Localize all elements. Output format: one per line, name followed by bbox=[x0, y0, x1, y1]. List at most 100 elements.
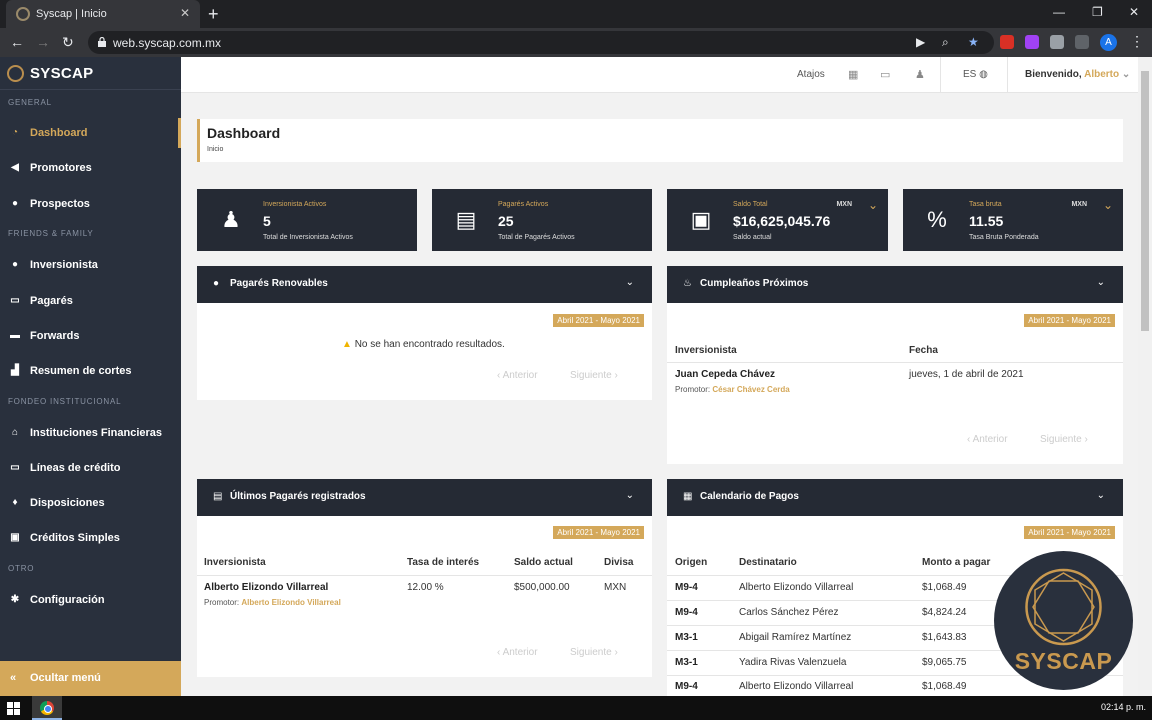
minimize-icon[interactable]: — bbox=[1053, 5, 1065, 19]
sidebar-item-disposiciones[interactable]: ♦ Disposiciones bbox=[0, 488, 181, 518]
pager-next[interactable]: Siguiente › bbox=[1040, 434, 1088, 445]
windows-start-icon[interactable] bbox=[7, 702, 20, 715]
sidebar-item-pagares[interactable]: ▭ Pagarés bbox=[0, 286, 181, 316]
sidebar-item-configuracion[interactable]: ✱ Configuración bbox=[0, 585, 181, 615]
add-user-icon[interactable]: ♟ bbox=[915, 68, 925, 81]
promotor-name[interactable]: César Chávez Cerda bbox=[712, 385, 789, 394]
hide-menu-button[interactable]: « Ocultar menú bbox=[0, 661, 181, 696]
sidebar-item-forwards[interactable]: ▬ Forwards bbox=[0, 321, 181, 351]
file-icon: ▤ bbox=[213, 491, 223, 502]
sidebar-item-creditos[interactable]: ▣ Créditos Simples bbox=[0, 523, 181, 553]
extension-red-icon[interactable] bbox=[1000, 35, 1014, 49]
stat-card-inversionistas: ♟ Inversionista Activos 5 Total de Inver… bbox=[197, 189, 417, 251]
promotor-name[interactable]: Alberto Elizondo Villarreal bbox=[241, 598, 340, 607]
address-bar[interactable]: web.syscap.com.mx ▶ ⌕ ★ bbox=[88, 31, 994, 54]
pager-previous[interactable]: ‹ Anterior bbox=[497, 647, 538, 658]
sidebar-item-promotores[interactable]: ◀ Promotores bbox=[0, 153, 181, 183]
column-header-origen: Origen bbox=[675, 557, 708, 568]
new-tab-icon[interactable]: + bbox=[208, 4, 219, 25]
system-clock[interactable]: 02:14 p. m. bbox=[1101, 702, 1146, 712]
camera-icon[interactable]: ▶ bbox=[916, 35, 925, 49]
panel-header[interactable]: ● Pagarés Renovables ⌄ bbox=[197, 266, 652, 303]
browser-tab[interactable]: Syscap | Inicio ✕ bbox=[6, 0, 200, 28]
pager-next[interactable]: Siguiente › bbox=[570, 370, 618, 381]
chevron-down-icon[interactable]: ⌄ bbox=[1097, 277, 1105, 288]
pager-previous[interactable]: ‹ Anterior bbox=[967, 434, 1008, 445]
cell-origen: M3-1 bbox=[675, 632, 698, 643]
scrollbar-thumb[interactable] bbox=[1141, 71, 1149, 331]
reload-icon[interactable]: ↻ bbox=[62, 34, 74, 51]
chrome-taskbar-button[interactable] bbox=[32, 696, 62, 720]
cell-promotor: Promotor: Alberto Elizondo Villarreal bbox=[204, 598, 341, 607]
welcome-text: Bienvenido, bbox=[1025, 69, 1082, 80]
column-header-divisa: Divisa bbox=[604, 557, 634, 568]
brand-logo[interactable]: SYSCAP bbox=[0, 57, 181, 90]
sidebar-item-lineas[interactable]: ▭ Líneas de crédito bbox=[0, 453, 181, 483]
page-scrollbar[interactable] bbox=[1138, 57, 1152, 696]
section-fondeo: FONDEO INSTITUCIONAL bbox=[8, 397, 122, 406]
chevron-down-icon[interactable]: ⌄ bbox=[1103, 198, 1113, 212]
promotor-label: Promotor: bbox=[204, 598, 240, 607]
stat-value: $16,625,045.76 bbox=[733, 213, 831, 229]
language-selector[interactable]: ES ◍ bbox=[963, 69, 988, 80]
back-icon[interactable]: ← bbox=[10, 34, 24, 50]
panel-ultimos-pagares: ▤ Últimos Pagarés registrados ⌄ Abril 20… bbox=[197, 479, 652, 677]
chevron-down-icon[interactable]: ⌄ bbox=[868, 198, 878, 212]
cell-origen: M9-4 bbox=[675, 607, 698, 618]
restore-icon[interactable]: ❐ bbox=[1092, 5, 1103, 19]
cell-monto: $1,068.49 bbox=[922, 681, 967, 692]
sidebar-item-prospectos[interactable]: ● Prospectos bbox=[0, 189, 181, 219]
double-chevron-left-icon: « bbox=[10, 672, 17, 684]
chevron-down-icon[interactable]: ⌄ bbox=[626, 277, 634, 288]
panel-header[interactable]: ▦ Calendario de Pagos ⌄ bbox=[667, 479, 1123, 516]
close-tab-icon[interactable]: ✕ bbox=[180, 6, 190, 20]
date-range-badge: Abril 2021 - Mayo 2021 bbox=[553, 526, 644, 539]
pager-previous-label: Anterior bbox=[502, 647, 538, 658]
money-bill-icon: ▣ bbox=[690, 207, 712, 232]
sidebar-item-dashboard[interactable]: ◔ Dashboard bbox=[0, 118, 181, 148]
cell-tasa: 12.00 % bbox=[407, 582, 444, 593]
breadcrumb[interactable]: Inicio bbox=[207, 146, 223, 153]
cell-destinatario: Alberto Elizondo Villarreal bbox=[739, 582, 854, 593]
page-title: Dashboard bbox=[207, 125, 281, 141]
stat-sub: Saldo actual bbox=[733, 234, 772, 241]
watermark-text: SYSCAP bbox=[1014, 648, 1113, 674]
chevron-down-icon[interactable]: ⌄ bbox=[626, 490, 634, 501]
globe-icon: ◍ bbox=[979, 69, 988, 80]
pager-next[interactable]: Siguiente › bbox=[570, 647, 618, 658]
close-window-icon[interactable]: ✕ bbox=[1129, 5, 1139, 19]
extension-purple-icon[interactable] bbox=[1025, 35, 1039, 49]
pager-previous[interactable]: ‹ Anterior bbox=[497, 370, 538, 381]
reading-list-icon[interactable] bbox=[1075, 35, 1089, 49]
sidebar-item-instituciones[interactable]: ⌂ Instituciones Financieras bbox=[0, 418, 181, 448]
zoom-icon[interactable]: ⌕ bbox=[942, 35, 949, 50]
cell-destinatario: Yadira Rivas Valenzuela bbox=[739, 657, 847, 668]
browser-menu-icon[interactable]: ⋮ bbox=[1130, 33, 1144, 50]
stat-sub: Tasa Bruta Ponderada bbox=[969, 234, 1039, 241]
tab-title: Syscap | Inicio bbox=[36, 8, 107, 20]
column-header-inversionista: Inversionista bbox=[675, 345, 737, 356]
pager-next-label: Siguiente bbox=[1040, 434, 1082, 445]
chevron-down-icon[interactable]: ⌄ bbox=[1097, 490, 1105, 501]
user-menu[interactable]: Bienvenido, Alberto ⌄ bbox=[1025, 69, 1130, 80]
syscap-watermark-logo: SYSCAP bbox=[994, 551, 1133, 690]
panel-header[interactable]: ▤ Últimos Pagarés registrados ⌄ bbox=[197, 479, 652, 516]
cell-monto: $1,643.83 bbox=[922, 632, 967, 643]
extensions-puzzle-icon[interactable] bbox=[1050, 35, 1064, 49]
sidebar-item-inversionista[interactable]: ● Inversionista bbox=[0, 250, 181, 280]
pager-next-label: Siguiente bbox=[570, 370, 612, 381]
panel-header[interactable]: ♨ Cumpleaños Próximos ⌄ bbox=[667, 266, 1123, 303]
date-range-badge: Abril 2021 - Mayo 2021 bbox=[553, 314, 644, 327]
cell-monto: $4,824.24 bbox=[922, 607, 967, 618]
profile-avatar[interactable]: A bbox=[1100, 34, 1117, 51]
lock-icon bbox=[98, 37, 106, 47]
bookmark-star-icon[interactable]: ★ bbox=[968, 35, 979, 49]
hide-menu-label: Ocultar menú bbox=[30, 672, 101, 684]
section-otro: OTRO bbox=[8, 564, 35, 573]
calculator-icon[interactable]: ▦ bbox=[848, 68, 858, 81]
money-icon[interactable]: ▭ bbox=[880, 68, 890, 81]
sidebar-item-resumen[interactable]: ▟ Resumen de cortes bbox=[0, 356, 181, 386]
sidebar-item-label: Dashboard bbox=[30, 127, 88, 139]
megaphone-icon: ◀ bbox=[11, 162, 19, 173]
forward-icon[interactable]: → bbox=[36, 34, 50, 50]
